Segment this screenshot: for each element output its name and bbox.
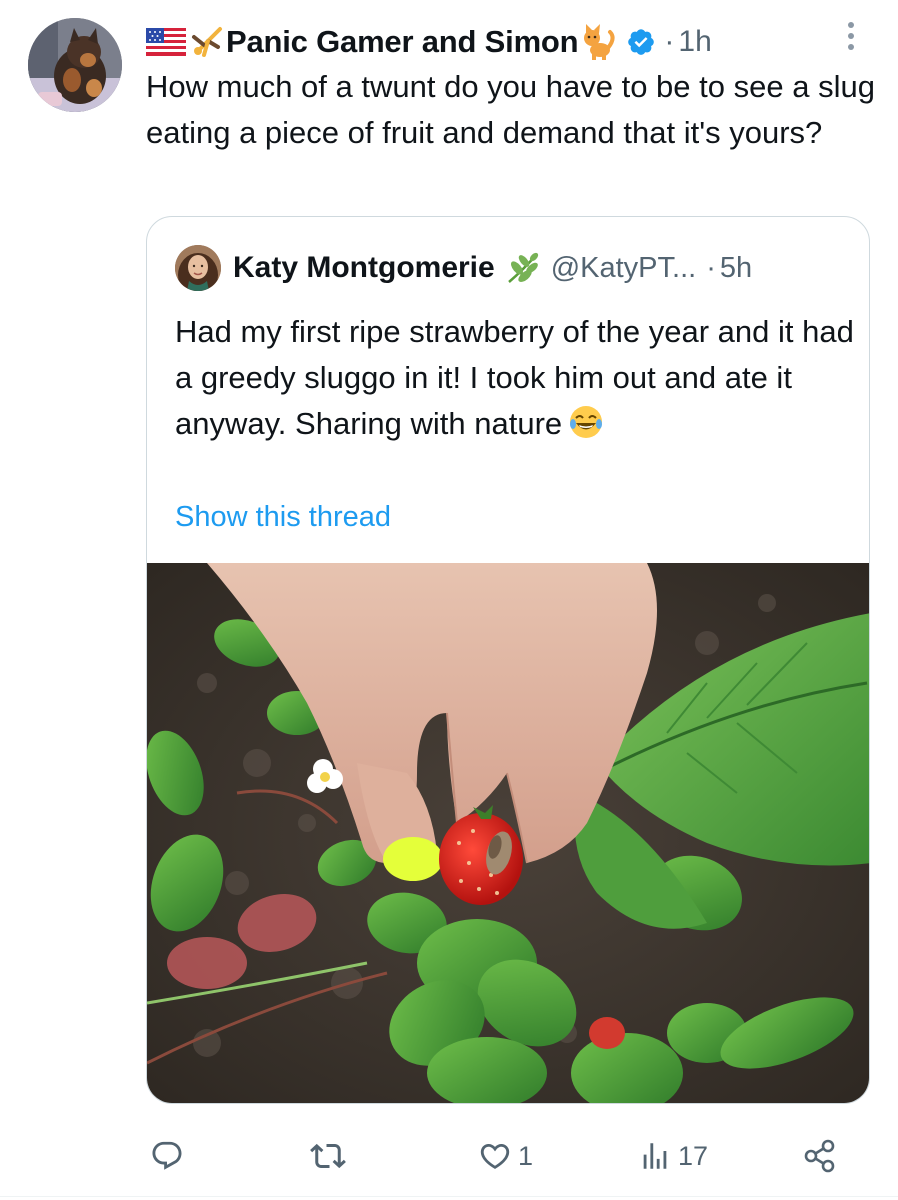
quoted-text-body: Had my first ripe strawberry of the year… <box>175 314 854 441</box>
laughing-emoji-icon <box>568 404 604 440</box>
views-count: 17 <box>678 1140 709 1171</box>
quoted-separator: · <box>706 251 716 284</box>
verified-badge-icon[interactable] <box>626 27 656 57</box>
herb-emoji-icon <box>505 250 541 286</box>
cat-emoji-icon <box>580 24 616 60</box>
quoted-post[interactable]: Katy Montgomerie @KatyPT... · 5h Had my … <box>146 216 870 1104</box>
quoted-post-header: Katy Montgomerie @KatyPT... · 5h <box>175 245 752 291</box>
quoted-post-text: Had my first ripe strawberry of the year… <box>175 309 855 447</box>
gymnast-emoji-icon <box>190 25 224 59</box>
views-button[interactable]: 17 <box>638 1126 708 1186</box>
more-options-icon[interactable] <box>836 20 866 54</box>
post-header: Panic Gamer and Simon · 1h <box>146 20 712 64</box>
reply-button[interactable] <box>150 1126 192 1186</box>
post-timestamp[interactable]: 1h <box>678 25 711 59</box>
quoted-author-name[interactable]: Katy Montgomerie <box>233 251 495 285</box>
quoted-timestamp[interactable]: 5h <box>720 252 752 285</box>
post-action-bar: 1 17 <box>0 1126 898 1186</box>
share-button[interactable] <box>802 1126 838 1186</box>
quoted-post-photo[interactable] <box>147 563 869 1103</box>
quoted-author-avatar[interactable] <box>175 245 221 291</box>
reply-icon <box>150 1139 184 1173</box>
like-icon <box>478 1139 512 1173</box>
author-display-name[interactable]: Panic Gamer and Simon <box>226 24 579 60</box>
us-flag-icon <box>146 28 186 56</box>
divider <box>0 1196 898 1197</box>
post-text: How much of a twunt do you have to be to… <box>146 69 875 150</box>
views-icon <box>638 1139 672 1173</box>
like-count: 1 <box>518 1140 534 1171</box>
share-icon <box>802 1138 838 1174</box>
repost-button[interactable] <box>310 1126 354 1186</box>
repost-icon <box>310 1138 346 1174</box>
author-avatar[interactable] <box>28 18 122 112</box>
like-button[interactable]: 1 <box>478 1126 533 1186</box>
quoted-author-handle[interactable]: @KatyPT... <box>551 252 696 285</box>
show-thread-link[interactable]: Show this thread <box>175 501 391 534</box>
post-separator: · <box>664 25 675 58</box>
